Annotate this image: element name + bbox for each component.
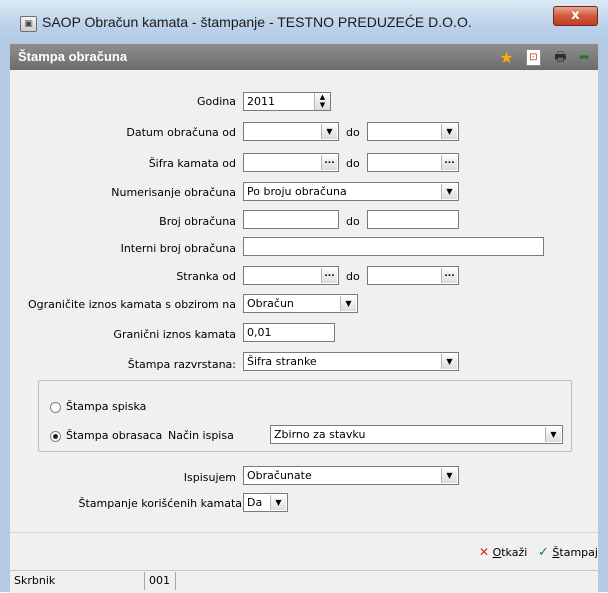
- sifra-kamata-od-input[interactable]: ...: [243, 153, 339, 172]
- ogranicite-value: Obračun: [247, 297, 294, 310]
- radio-stampa-spiska-label[interactable]: Štampa spiska: [66, 400, 146, 413]
- datum-od-select[interactable]: ▼: [243, 122, 339, 141]
- broj-obracuna-do-label: do: [346, 215, 360, 228]
- stranka-label: Stranka od: [176, 270, 236, 283]
- radio-stampa-obrasca-label[interactable]: Štampa obrasaca: [66, 429, 162, 442]
- stampa-razvrstana-value: Šifra stranke: [247, 355, 317, 368]
- ispisujem-value: Obračunate: [247, 469, 312, 482]
- radio-stampa-obrasca[interactable]: [50, 431, 61, 442]
- close-button[interactable]: x: [553, 6, 598, 26]
- exit-icon[interactable]: ➦: [576, 49, 593, 66]
- numerisanje-value: Po broju obračuna: [247, 185, 347, 198]
- chevron-down-icon[interactable]: ▼: [270, 495, 286, 510]
- window-title: SAOP Obračun kamata - štampanje - TESTNO…: [42, 14, 472, 30]
- check-icon: ✓: [538, 545, 549, 560]
- chevron-down-icon[interactable]: ▼: [441, 184, 457, 199]
- stampa-razvrstana-select[interactable]: Šifra stranke ▼: [243, 352, 459, 371]
- godina-label: Godina: [196, 95, 236, 108]
- nacin-ispisa-select[interactable]: Zbirno za stavku ▼: [270, 425, 563, 444]
- stampanje-koriscenih-label: Štampanje korišćenih kamata: [78, 497, 242, 510]
- nacin-ispisa-label: Način ispisa: [168, 429, 234, 442]
- print-button[interactable]: ✓ Štampaj: [538, 545, 598, 560]
- stranka-od-input[interactable]: ...: [243, 266, 339, 285]
- godina-value: 2011: [247, 95, 275, 108]
- ogranicite-label: Ograničite iznos kamata s obzirom na: [27, 298, 236, 311]
- ispisujem-label: Ispisujem: [183, 471, 236, 484]
- cancel-icon: ✕: [479, 545, 490, 559]
- printer-icon[interactable]: 🖶: [552, 49, 569, 66]
- stranka-do-label: do: [346, 270, 360, 283]
- granicni-iznos-input[interactable]: 0,01: [243, 323, 335, 342]
- export-icon[interactable]: ⊡: [526, 49, 541, 66]
- stampanje-koriscenih-value: Da: [247, 496, 263, 509]
- datum-do-label: do: [346, 126, 360, 139]
- chevron-down-icon[interactable]: ▼: [441, 124, 457, 139]
- broj-obracuna-od-input[interactable]: [243, 210, 339, 229]
- numerisanje-select[interactable]: Po broju obračuna ▼: [243, 182, 459, 201]
- numerisanje-label: Numerisanje obračuna: [111, 186, 236, 199]
- datum-obracuna-label: Datum obračuna od: [126, 126, 236, 139]
- status-field-code: 001: [145, 572, 176, 590]
- ogranicite-select[interactable]: Obračun ▼: [243, 294, 358, 313]
- ellipsis-icon[interactable]: ...: [441, 268, 457, 283]
- broj-obracuna-label: Broj obračuna: [159, 215, 236, 228]
- broj-obracuna-do-input[interactable]: [367, 210, 459, 229]
- chevron-down-icon[interactable]: ▼: [545, 427, 561, 442]
- cancel-mnemonic: O: [492, 546, 502, 559]
- chevron-down-icon[interactable]: ▼: [340, 296, 356, 311]
- sifra-kamata-do-label: do: [346, 157, 360, 170]
- stampanje-koriscenih-select[interactable]: Da ▼: [243, 493, 288, 512]
- nacin-ispisa-value: Zbirno za stavku: [274, 428, 366, 441]
- panel-title: Štampa obračuna: [18, 49, 128, 64]
- interni-broj-input[interactable]: [243, 237, 544, 256]
- window-frame-left: [0, 44, 10, 592]
- window-frame-right: [598, 44, 608, 592]
- footer-separator: [10, 532, 598, 533]
- radio-stampa-spiska[interactable]: [50, 402, 61, 413]
- sifra-kamata-do-input[interactable]: ...: [367, 153, 459, 172]
- sifra-kamata-label: Šifra kamata od: [148, 157, 236, 170]
- chevron-down-icon[interactable]: ▼: [441, 354, 457, 369]
- ellipsis-icon[interactable]: ...: [321, 268, 337, 283]
- ellipsis-icon[interactable]: ...: [441, 155, 457, 170]
- stranka-do-input[interactable]: ...: [367, 266, 459, 285]
- interni-broj-label: Interni broj obračuna: [120, 242, 236, 255]
- status-field-user: Skrbnik: [10, 572, 145, 590]
- granicni-iznos-label: Granični iznos kamata: [113, 328, 236, 341]
- stampa-razvrstana-label: Štampa razvrstana:: [127, 358, 236, 371]
- app-icon: ▣: [20, 16, 37, 32]
- granicni-iznos-value: 0,01: [247, 326, 272, 339]
- star-icon[interactable]: ★: [498, 49, 515, 66]
- chevron-down-icon[interactable]: ▼: [321, 124, 337, 139]
- cancel-button[interactable]: ✕ Otkaži: [479, 545, 527, 559]
- print-label-rest: tampaj: [559, 546, 598, 559]
- cancel-label-rest: tkaži: [501, 546, 528, 559]
- chevron-down-icon[interactable]: ▼: [441, 468, 457, 483]
- datum-do-select[interactable]: ▼: [367, 122, 459, 141]
- godina-spinner[interactable]: 2011 ▲ ▼: [243, 92, 331, 111]
- ispisujem-select[interactable]: Obračunate ▼: [243, 466, 459, 485]
- spinner-arrows-icon[interactable]: ▲ ▼: [314, 93, 330, 110]
- ellipsis-icon[interactable]: ...: [321, 155, 337, 170]
